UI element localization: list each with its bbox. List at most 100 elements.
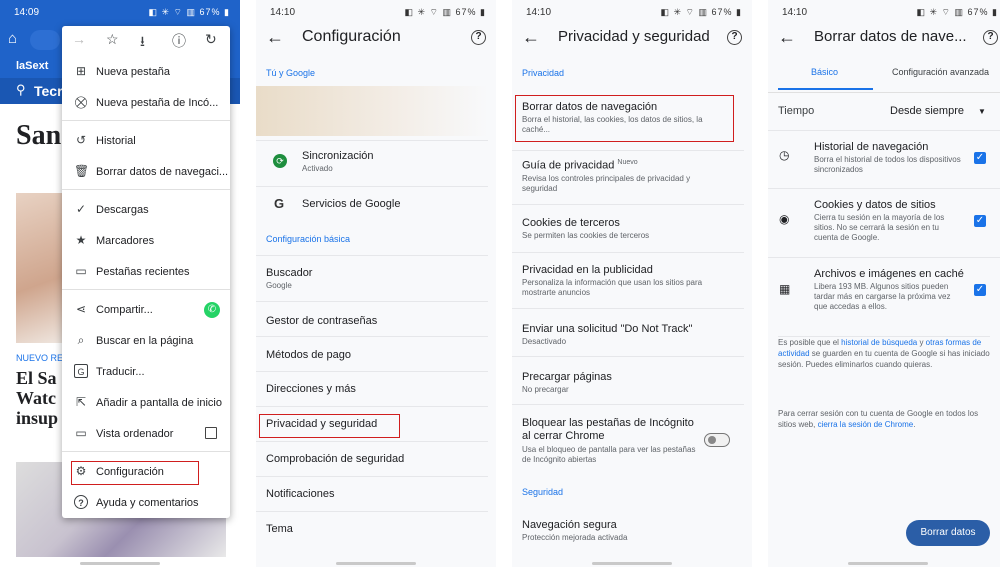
menu-item-recent-tabs[interactable]: ▭ Pestañas recientes (62, 258, 230, 288)
chrome-signout-link[interactable]: cierra la sesión de Chrome (818, 420, 914, 429)
back-arrow-icon[interactable]: ← (266, 27, 284, 47)
menu-item-label: Vista ordenador (96, 428, 174, 440)
help-icon[interactable]: ? (727, 30, 742, 45)
settings-item-addresses[interactable]: Direcciones y más (256, 371, 488, 406)
help-icon[interactable]: ? (471, 30, 486, 45)
menu-item-settings[interactable]: ⚙ Configuración (62, 458, 230, 488)
find-in-page-icon: ⌕ (77, 333, 85, 347)
search-engine-row[interactable]: Buscador Google (256, 255, 488, 301)
ad-privacy-row[interactable]: Privacidad en la publicidad Personaliza … (512, 252, 744, 308)
do-not-track-title: Enviar una solicitud "Do Not Track" (522, 323, 693, 335)
menu-item-label: Buscar en la página (96, 335, 194, 347)
search-history-link[interactable]: historial de búsqueda (841, 338, 917, 347)
tab-basic-label: Básico (811, 67, 839, 77)
sync-row[interactable]: ⟳ Sincronización Activado (256, 140, 488, 186)
menu-item-translate[interactable]: G Traducir... (62, 358, 230, 388)
history-option[interactable]: ◷ Historial de navegación Borra el histo… (768, 130, 1000, 182)
panel-clear-data: 14:10 ◧ ✳ ⌔ ▥ 67% ▮ ← Borrar datos de na… (768, 0, 1000, 567)
menu-item-desktop-view[interactable]: ▭ Vista ordenador (62, 420, 230, 450)
preload-row[interactable]: Precargar páginas No precargar (512, 356, 744, 404)
article-title[interactable]: El Sa Watc insup (16, 368, 58, 428)
menu-item-incognito[interactable]: ⛒ Nueva pestaña de Incó... (62, 89, 230, 119)
search-engine-title: Buscador (266, 267, 313, 279)
menu-item-add-home[interactable]: ⇱ Añadir a pantalla de inicio (62, 389, 230, 419)
section-header: Configuración básica (266, 234, 351, 244)
cookie-icon: ◉ (779, 212, 790, 226)
status-time: 14:10 (270, 7, 296, 18)
site-logo[interactable]: laSext (16, 60, 48, 72)
menu-item-downloads[interactable]: ✓ Descargas (62, 196, 230, 226)
help-icon[interactable]: ? (983, 30, 998, 45)
back-arrow-icon[interactable]: ← (778, 27, 796, 47)
cache-checkbox[interactable]: ✓ (974, 284, 986, 296)
settings-item-privacy[interactable]: Privacidad y seguridad (256, 406, 488, 441)
menu-item-bookmarks[interactable]: ★ Marcadores (62, 227, 230, 257)
menu-item-label: Compartir... (96, 304, 153, 316)
clear-data-button[interactable]: Borrar datos (906, 520, 990, 546)
tab-basic[interactable]: Básico (778, 60, 873, 90)
status-icons: ◧ ✳ ⌔ ▥ 67% ▮ (916, 7, 998, 17)
home-icon[interactable]: ⌂ (8, 30, 17, 47)
forward-arrow-icon[interactable]: → (72, 31, 86, 47)
star-icon: ★ (75, 233, 87, 247)
menu-item-share[interactable]: ⋖ Compartir... ✆ (62, 296, 230, 326)
cookies-option[interactable]: ◉ Cookies y datos de sitios Cierra tu se… (768, 188, 1000, 250)
settings-item-safety-check[interactable]: Comprobación de seguridad (256, 441, 488, 476)
article-line: insup (16, 408, 59, 428)
bookmark-star-icon[interactable]: ☆ (106, 31, 119, 48)
settings-item-notifications[interactable]: Notificaciones (256, 476, 488, 511)
app-bar: ← Borrar datos de nave... ? (768, 26, 1000, 52)
settings-item-payments[interactable]: Métodos de pago (256, 336, 488, 371)
tab-advanced[interactable]: Configuración avanzada (876, 60, 1000, 90)
google-services-row[interactable]: G Servicios de Google (256, 186, 488, 222)
safe-browsing-row[interactable]: Navegación segura Protección mejorada ac… (512, 508, 744, 554)
menu-item-help[interactable]: ? Ayuda y comentarios (62, 489, 230, 519)
incognito-lock-toggle[interactable] (704, 433, 730, 447)
status-time: 14:09 (14, 7, 40, 18)
do-not-track-status: Desactivado (522, 337, 567, 346)
cookies-checkbox[interactable]: ✓ (974, 215, 986, 227)
cache-option-desc: Libera 193 MB. Algunos sitios pueden tar… (814, 282, 951, 311)
menu-item-label: Nueva pestaña de Incó... (96, 97, 219, 109)
refresh-icon[interactable]: ↻ (205, 31, 217, 48)
menu-item-find[interactable]: ⌕ Buscar en la página (62, 327, 230, 357)
cache-option[interactable]: ▦ Archivos e imágenes en caché Libera 19… (768, 257, 1000, 321)
clear-data-desc: Borra el historial, las cookies, los dat… (522, 115, 703, 134)
menu-divider (62, 120, 230, 121)
back-arrow-icon[interactable]: ← (522, 27, 540, 47)
menu-item-clear-data[interactable]: 🗑 Borrar datos de navegaci... (62, 158, 230, 188)
page-title: Borrar datos de nave... (814, 28, 967, 45)
settings-item-passwords[interactable]: Gestor de contraseñas (256, 301, 488, 336)
history-option-title: Historial de navegación (814, 141, 929, 153)
section-header: Privacidad (522, 68, 565, 78)
settings-item-label: Privacidad y seguridad (266, 418, 378, 430)
page-title: Privacidad y seguridad (558, 28, 710, 45)
privacy-guide-row[interactable]: Guía de privacidad Nuevo Revisa los cont… (512, 150, 744, 204)
add-home-icon: ⇱ (75, 395, 87, 409)
time-range-select[interactable]: Desde siempre ▼ (890, 105, 986, 117)
incognito-lock-row[interactable]: Bloquear las pestañas de Incógnito al ce… (512, 404, 744, 476)
app-bar: ← Configuración ? (256, 26, 496, 52)
url-field[interactable] (30, 30, 60, 50)
menu-item-history[interactable]: ↺ Historial (62, 127, 230, 157)
overflow-menu: → ☆ ⭳ ⓘ ↻ ⊞ Nueva pestaña ⛒ Nueva pestaña … (62, 26, 230, 518)
download-check-icon: ✓ (75, 202, 87, 216)
section-header: Seguridad (522, 487, 564, 497)
desktop-view-checkbox[interactable] (205, 427, 217, 439)
do-not-track-row[interactable]: Enviar una solicitud "Do Not Track" Desa… (512, 308, 744, 356)
status-time: 14:10 (526, 7, 552, 18)
article-image-hand[interactable] (16, 193, 62, 343)
section-header: Tú y Google (266, 68, 316, 78)
settings-item-theme[interactable]: Tema (256, 511, 488, 546)
site-section-name[interactable]: Tecr (34, 83, 63, 99)
clear-data-row[interactable]: Borrar datos de navegación Borra el hist… (512, 94, 744, 144)
third-party-cookies-row[interactable]: Cookies de terceros Se permiten las cook… (512, 204, 744, 250)
history-checkbox[interactable]: ✓ (974, 152, 986, 164)
whatsapp-icon[interactable]: ✆ (204, 302, 220, 318)
account-row[interactable] (256, 86, 488, 136)
gesture-bar (512, 561, 752, 567)
menu-item-new-tab[interactable]: ⊞ Nueva pestaña (62, 58, 230, 88)
download-icon[interactable]: ⭳ (140, 31, 145, 55)
cache-option-title: Archivos e imágenes en caché (814, 268, 964, 280)
info-icon[interactable]: ⓘ (172, 31, 186, 51)
